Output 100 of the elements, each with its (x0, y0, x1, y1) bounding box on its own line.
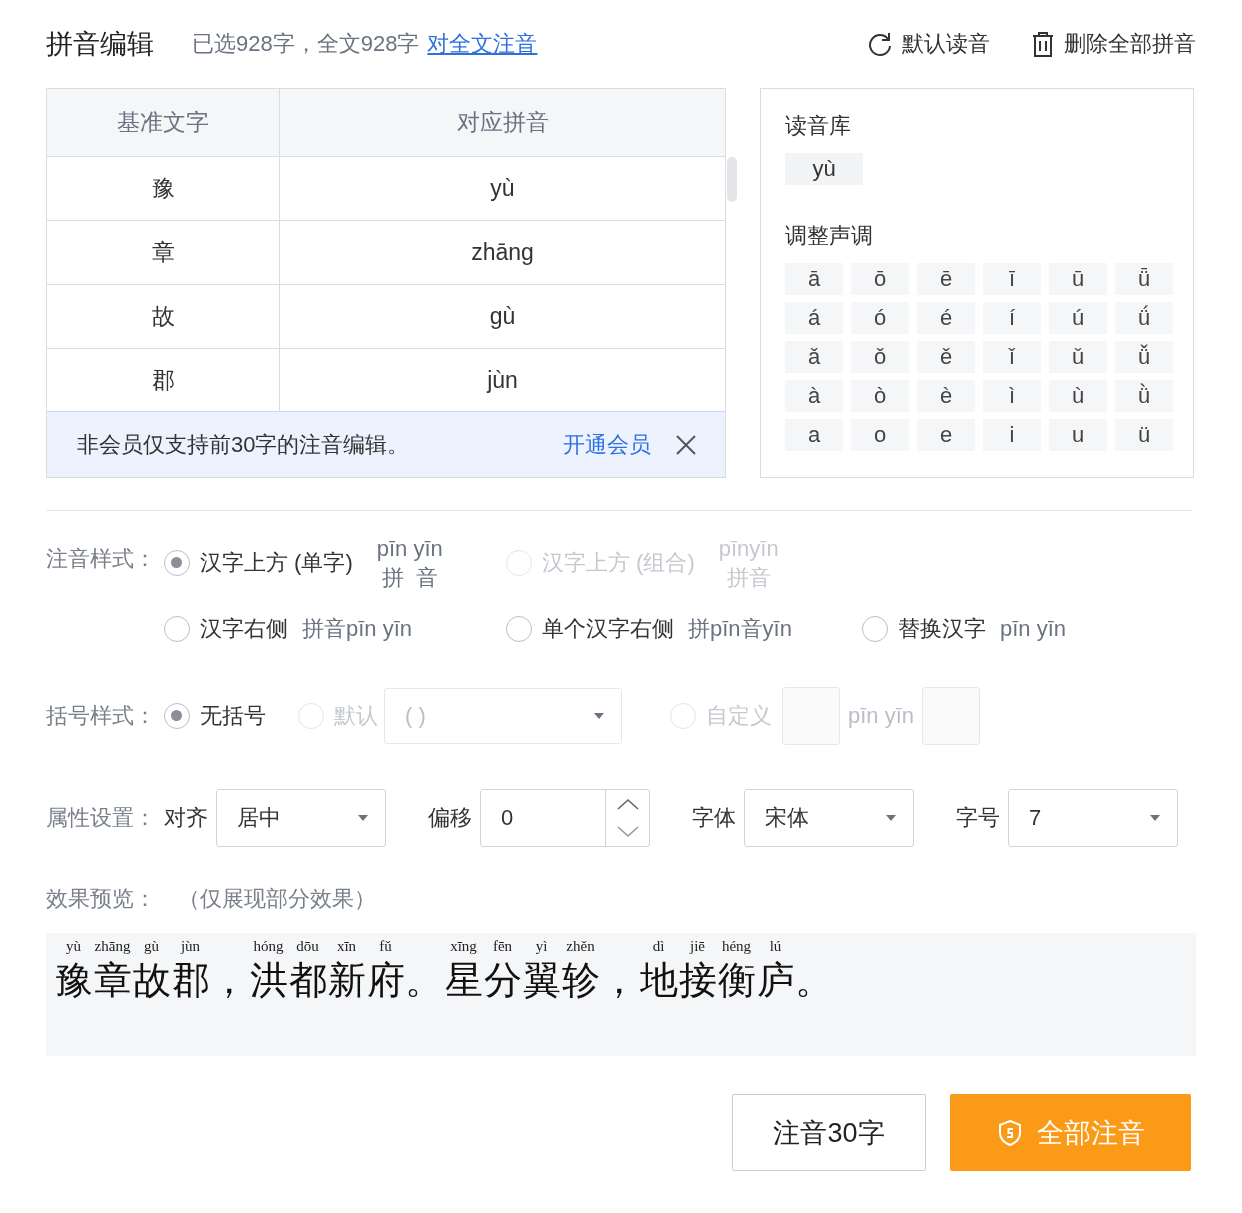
tone-key[interactable]: ō (851, 263, 909, 295)
tone-key[interactable]: ě (917, 341, 975, 373)
tone-key[interactable]: ǐ (983, 341, 1041, 373)
preview-character: 地 (639, 958, 678, 1003)
chevron-down-icon[interactable] (616, 826, 639, 838)
delete-button[interactable]: 删除全部拼音 (1030, 29, 1196, 59)
tone-key[interactable]: ǖ (1115, 263, 1173, 295)
field-label: 字体 (692, 804, 736, 832)
preview-character: 都 (288, 958, 327, 1003)
radio-button[interactable] (164, 616, 190, 642)
tone-key[interactable]: ò (851, 380, 909, 412)
pinyin-annotation: zhěn (566, 937, 595, 956)
caret-icon (357, 814, 369, 822)
sample-pinyin: pīnyīn (718, 535, 779, 563)
sample-text: pīn yīn (1000, 616, 1067, 642)
radio-button[interactable] (164, 703, 190, 729)
tone-key[interactable]: ǜ (1115, 380, 1173, 412)
pinyin-cell[interactable]: zhāng (280, 221, 725, 285)
tone-key[interactable]: a (785, 419, 843, 451)
preview-character: 衡 (717, 958, 756, 1003)
preview-character: 星 (444, 958, 483, 1003)
tone-key[interactable]: o (851, 419, 909, 451)
close-icon[interactable] (675, 433, 697, 456)
preview-character: 翼 (522, 958, 561, 1003)
punctuation: ， (210, 958, 249, 1003)
tone-key[interactable]: ǒ (851, 341, 909, 373)
membership-link[interactable]: 开通会员 (563, 429, 651, 460)
punctuation: 。 (795, 958, 834, 1003)
pinyin-annotation: fǔ (379, 937, 392, 956)
tone-key[interactable]: ǔ (1049, 341, 1107, 373)
tone-key[interactable]: e (917, 419, 975, 451)
annotate-button[interactable]: 注音30字 (732, 1094, 926, 1171)
option-label: 汉字上方 (组合) (542, 549, 695, 577)
option-label: 汉字右侧 (200, 615, 288, 643)
tone-key[interactable]: ù (1049, 380, 1107, 412)
preview-character: 洪 (249, 958, 288, 1003)
tone-key[interactable]: ǘ (1115, 302, 1173, 334)
sample-characters: 拼 音 (381, 564, 438, 592)
tone-key[interactable]: i (983, 419, 1041, 451)
sample-text: pīn yīn (848, 703, 915, 729)
tone-key[interactable]: ì (983, 380, 1041, 412)
radio-button[interactable] (506, 616, 532, 642)
tone-key[interactable]: í (983, 302, 1041, 334)
sample-pinyin: pīn yīn (376, 535, 443, 563)
tone-key[interactable]: ǚ (1115, 341, 1173, 373)
number-field[interactable]: 0 (480, 789, 650, 847)
chevron-up-icon[interactable] (616, 798, 639, 810)
pinyin-annotation: gù (144, 937, 159, 956)
pinyin-annotation: xīng (450, 937, 477, 956)
tone-key[interactable]: ó (851, 302, 909, 334)
option-label: 汉字上方 (单字) (200, 549, 353, 577)
option-label: 默认 (334, 702, 378, 730)
preview-character: 郡 (171, 958, 210, 1003)
section-title: 调整声调 (785, 222, 874, 250)
preview-character: 故 (132, 958, 171, 1003)
pinyin-annotation: dì (652, 937, 665, 956)
select-field[interactable]: 宋体 (744, 789, 914, 847)
option-label: 无括号 (200, 702, 266, 730)
scrollbar-thumb[interactable] (727, 157, 737, 202)
annotate-all-link[interactable]: 对全文注音 (427, 29, 538, 59)
tone-key[interactable]: ē (917, 263, 975, 295)
pinyin-cell[interactable]: gù (280, 285, 725, 349)
pinyin-annotation: yì (535, 937, 548, 956)
tone-key[interactable]: è (917, 380, 975, 412)
pinyin-annotation: xīn (336, 937, 357, 956)
page-title: 拼音编辑 (46, 28, 154, 61)
refresh-icon (866, 30, 894, 58)
tone-key[interactable]: ü (1115, 419, 1173, 451)
radio-button[interactable] (862, 616, 888, 642)
field-label: 属性设置： (46, 804, 157, 832)
notice-text: 非会员仅支持前30字的注音编辑。 (77, 430, 411, 459)
tone-key[interactable]: é (917, 302, 975, 334)
pinyin-cell[interactable]: yù (280, 157, 725, 221)
reset-button[interactable]: 默认读音 (866, 29, 990, 59)
field-label: 注音样式： (46, 545, 157, 573)
tone-key[interactable]: u (1049, 419, 1107, 451)
tone-key[interactable]: ā (785, 263, 843, 295)
select-field[interactable]: 居中 (216, 789, 386, 847)
select-field[interactable]: 7 (1008, 789, 1178, 847)
preview-character: 庐 (756, 958, 795, 1003)
caret-icon (885, 814, 897, 822)
sample-text: 拼pīn音yīn (688, 615, 792, 643)
radio-button[interactable] (164, 550, 190, 576)
tone-key[interactable]: ǎ (785, 341, 843, 373)
preview-character: 新 (327, 958, 366, 1003)
punctuation: ， (600, 958, 639, 1003)
reading-option[interactable]: yù (785, 153, 863, 185)
character-cell: 章 (47, 221, 280, 285)
tone-key[interactable]: à (785, 380, 843, 412)
preview-note: （仅展现部分效果） (178, 885, 376, 913)
column-header: 对应拼音 (280, 89, 725, 157)
character-cell: 豫 (47, 157, 280, 221)
tone-key[interactable]: ú (1049, 302, 1107, 334)
preview-character: 分 (483, 958, 522, 1003)
pinyin-annotation: zhāng (94, 937, 131, 956)
tone-key[interactable]: ū (1049, 263, 1107, 295)
tone-key[interactable]: á (785, 302, 843, 334)
trash-icon (1030, 30, 1056, 58)
field-label: 效果预览： (46, 885, 156, 913)
tone-key[interactable]: ī (983, 263, 1041, 295)
